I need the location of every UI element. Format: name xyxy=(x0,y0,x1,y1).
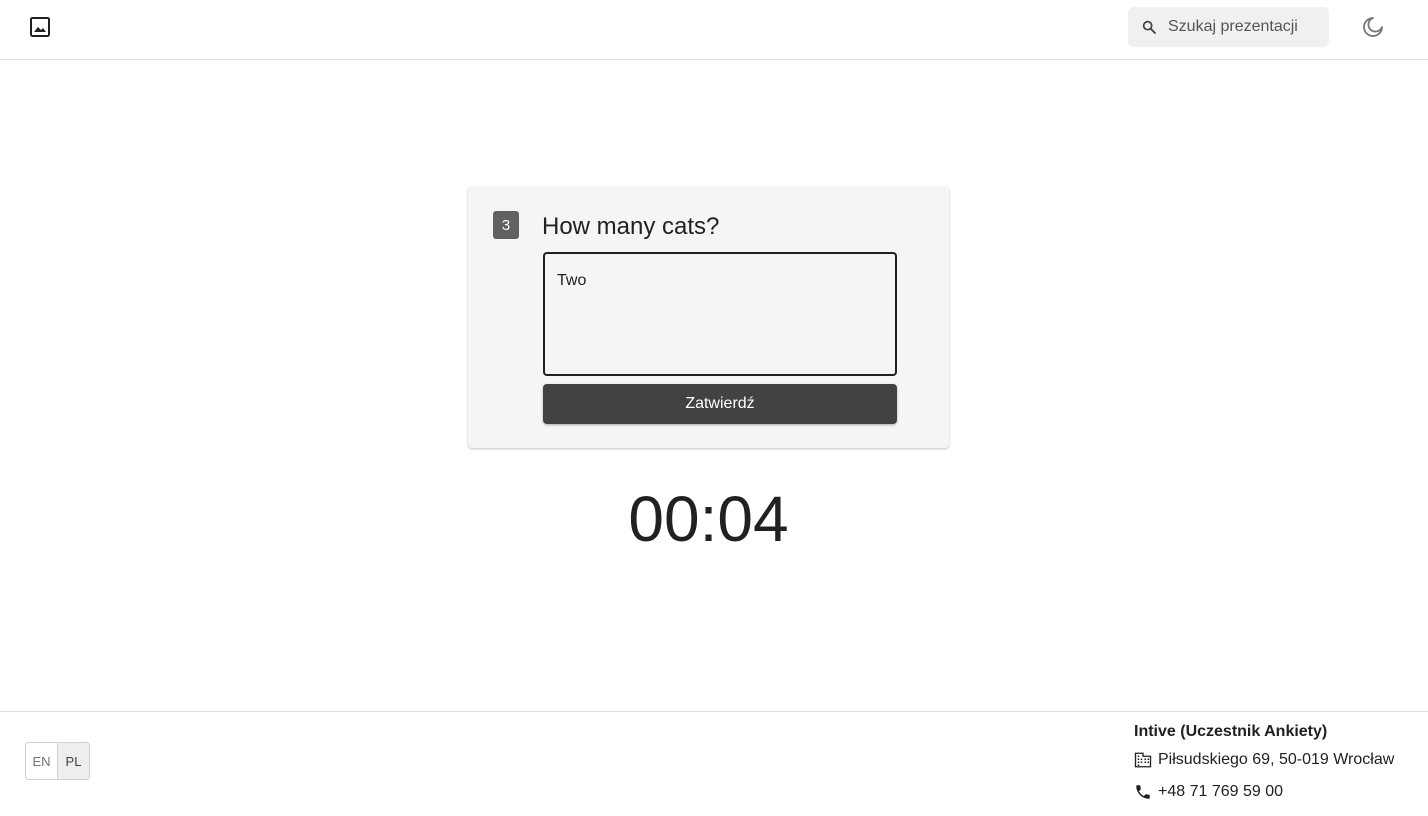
question-number-badge: 3 xyxy=(493,211,519,239)
building-icon xyxy=(1134,752,1152,768)
search-box[interactable] xyxy=(1128,7,1329,47)
organization-name: Intive (Uczestnik Ankiety) xyxy=(1134,723,1328,740)
language-switcher: EN PL xyxy=(25,742,90,780)
phone-row: +48 71 769 59 00 xyxy=(1134,783,1283,801)
countdown-timer: 00:04 xyxy=(628,483,789,555)
language-pl[interactable]: PL xyxy=(57,743,89,779)
phone-text[interactable]: +48 71 769 59 00 xyxy=(1158,783,1283,801)
question-title: How many cats? xyxy=(542,213,720,240)
address-text: Piłsudskiego 69, 50-019 Wrocław xyxy=(1158,751,1395,768)
search-icon xyxy=(1142,20,1156,34)
moon-icon[interactable] xyxy=(1361,15,1385,39)
footer: EN PL Intive (Uczestnik Ankiety) Piłsuds… xyxy=(0,711,1428,816)
phone-icon xyxy=(1136,785,1150,799)
answer-textarea[interactable]: Two xyxy=(543,252,897,376)
language-en[interactable]: EN xyxy=(26,743,57,779)
submit-button[interactable]: Zatwierdź xyxy=(543,384,897,424)
question-card: 3 How many cats? Two Zatwierdź xyxy=(468,186,949,448)
top-bar xyxy=(0,0,1428,60)
image-icon[interactable] xyxy=(28,15,52,39)
search-input[interactable] xyxy=(1168,7,1323,47)
address-row: Piłsudskiego 69, 50-019 Wrocław xyxy=(1134,751,1394,769)
